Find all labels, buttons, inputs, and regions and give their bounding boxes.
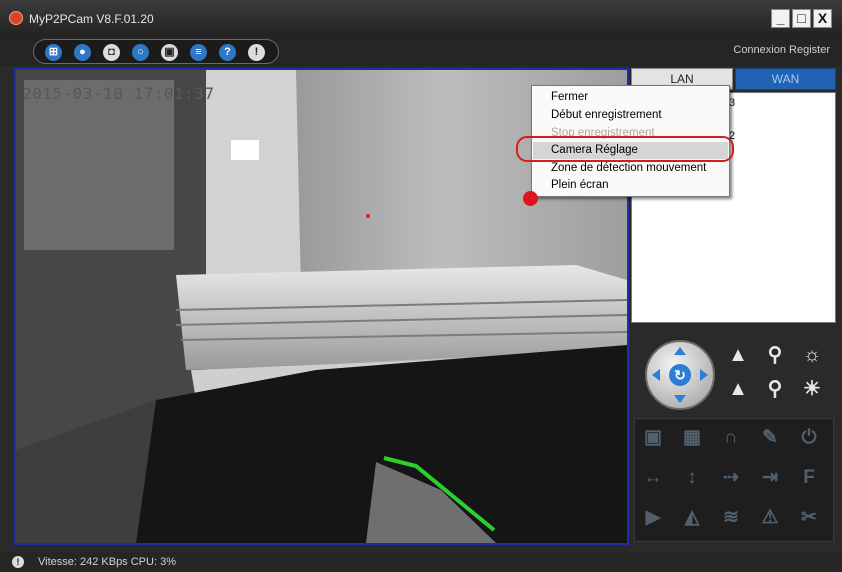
- snapshot-icon[interactable]: ▣: [640, 425, 666, 451]
- move-right-icon[interactable]: ⇢: [718, 465, 744, 491]
- tab-wan[interactable]: WAN: [735, 68, 836, 90]
- login-icon[interactable]: ⇥: [757, 465, 783, 491]
- window-title: MyP2PCam V8.F.01.20: [29, 12, 154, 26]
- record-clapper-icon[interactable]: ▦: [679, 425, 705, 451]
- headphones-icon[interactable]: ∩: [718, 425, 744, 451]
- zoom-out-triangle-icon[interactable]: ▲: [726, 377, 750, 401]
- eye-icon[interactable]: ●: [74, 44, 91, 61]
- horizontal-flip-icon[interactable]: ↔: [640, 465, 666, 491]
- vertical-flip-icon[interactable]: ↕: [679, 465, 705, 491]
- status-text: Vitesse: 242 KBps CPU: 3%: [38, 556, 176, 568]
- ptz-direction-pad[interactable]: ↻: [645, 340, 715, 410]
- maximize-button[interactable]: □: [792, 9, 811, 28]
- info-icon: !: [12, 556, 24, 568]
- menu-item-debut-enregistrement[interactable]: Début enregistrement: [533, 107, 728, 124]
- play-icon[interactable]: ▶: [640, 505, 666, 531]
- microphone-icon[interactable]: ✎: [757, 425, 783, 451]
- connexion-register-link[interactable]: Connexion Register: [733, 44, 830, 56]
- pan-right-icon[interactable]: [700, 369, 708, 381]
- video-timestamp: 2015-03-10 17:01:37: [22, 84, 215, 103]
- magnify-minus-icon[interactable]: ⚲: [763, 377, 787, 401]
- power-icon[interactable]: ⏻: [796, 425, 822, 451]
- menu-item-fermer[interactable]: Fermer: [533, 89, 728, 106]
- lock-icon[interactable]: ▣: [161, 44, 178, 61]
- book-icon[interactable]: ≡: [190, 44, 207, 61]
- menu-item-plein-ecran[interactable]: Plein écran: [533, 177, 728, 194]
- app-window: MyP2PCam V8.F.01.20 _ □ X ⊞ ● ◘ ○ ▣ ≡ ? …: [0, 0, 842, 572]
- ptz-center-refresh-icon[interactable]: ↻: [669, 364, 691, 386]
- warning-icon[interactable]: ⚠: [757, 505, 783, 531]
- camera-icon[interactable]: ◘: [103, 44, 120, 61]
- help-icon[interactable]: ?: [219, 44, 236, 61]
- brightness-down-icon[interactable]: ☀: [800, 377, 824, 401]
- pan-down-icon[interactable]: [674, 395, 686, 403]
- magnify-plus-icon[interactable]: ⚲: [763, 343, 787, 367]
- app-logo-icon: [9, 11, 23, 25]
- highlight-outline: [516, 136, 734, 162]
- flag-icon[interactable]: F: [796, 465, 822, 491]
- toolbar: ⊞ ● ◘ ○ ▣ ≡ ? ! Connexion Register: [0, 36, 842, 66]
- minimize-button[interactable]: _: [771, 9, 790, 28]
- status-bar: ! Vitesse: 242 KBps CPU: 3%: [0, 552, 842, 572]
- title-bar: MyP2PCam V8.F.01.20 _ □ X: [0, 0, 842, 36]
- brightness-up-icon[interactable]: ☼: [800, 343, 824, 367]
- wrench-icon[interactable]: ✂: [796, 505, 822, 531]
- grid-icon[interactable]: ⊞: [45, 44, 62, 61]
- sail-icon[interactable]: ◭: [679, 505, 705, 531]
- pan-left-icon[interactable]: [652, 369, 660, 381]
- search-icon[interactable]: ○: [132, 44, 149, 61]
- menu-item-zone-detection[interactable]: Zone de détection mouvement: [533, 160, 728, 177]
- close-button[interactable]: X: [813, 9, 832, 28]
- pan-up-icon[interactable]: [674, 347, 686, 355]
- zoom-in-triangle-icon[interactable]: ▲: [726, 343, 750, 367]
- click-marker: [523, 191, 538, 206]
- info-icon[interactable]: !: [248, 44, 265, 61]
- ptz-control-panel: ↻ ▲ ⚲ ☼ ▲ ⚲ ☀ ▣ ▦ ∩ ✎ ⏻ ↔ ↕ ⇢ ⇥ F ▶ ◭ ≋ …: [634, 326, 834, 544]
- toolbar-button-group: ⊞ ● ◘ ○ ▣ ≡ ? !: [33, 39, 279, 64]
- wifi-icon[interactable]: ≋: [718, 505, 744, 531]
- function-grid: ▣ ▦ ∩ ✎ ⏻ ↔ ↕ ⇢ ⇥ F ▶ ◭ ≋ ⚠ ✂: [634, 418, 834, 542]
